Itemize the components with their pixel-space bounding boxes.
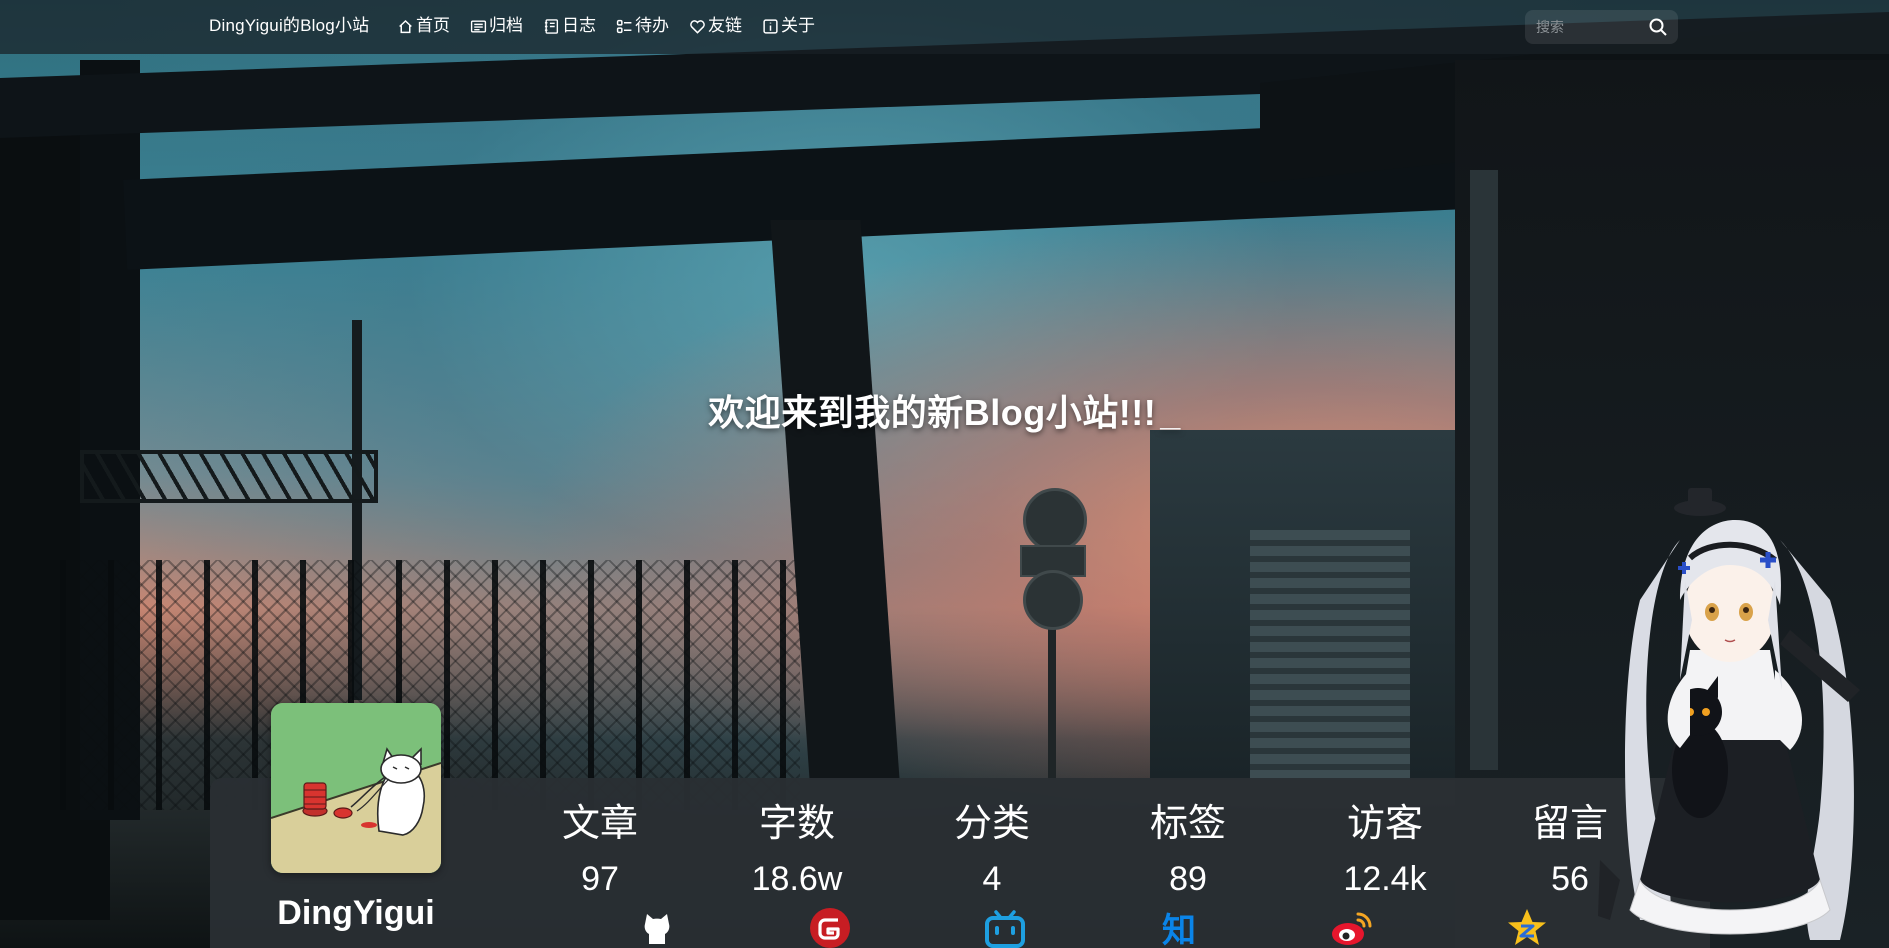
weibo-icon (1332, 912, 1372, 945)
qzone-icon (1508, 909, 1546, 945)
journal-icon (544, 18, 559, 34)
stat-categories[interactable]: 分类 4 (912, 800, 1072, 901)
stat-value: 97 (581, 860, 619, 898)
home-icon (399, 19, 412, 33)
stat-label: 分类 (953, 803, 1030, 845)
nav-archive-label: 归档 (489, 16, 523, 35)
bilibili-link[interactable] (983, 906, 1027, 948)
nav-archive[interactable]: 归档 (470, 12, 523, 40)
stat-visitors[interactable]: 访客 12.4k (1305, 800, 1465, 901)
hero-headline-text: 欢迎来到我的新Blog小站!!! (708, 392, 1157, 433)
nav-about[interactable]: 关于 (762, 12, 815, 40)
stat-label: 标签 (1149, 803, 1226, 845)
site-brand-link[interactable]: DingYigui的Blog小站 (209, 14, 369, 38)
stat-label: 访客 (1346, 803, 1423, 845)
heart-icon (690, 19, 705, 34)
nav-todo-label: 待办 (635, 16, 669, 35)
stat-articles[interactable]: 文章 97 (520, 800, 680, 901)
page: DingYigui的Blog小站 首页 归档 日志 待办 友链 关于 搜索 欢迎… (0, 0, 1889, 948)
svg-text:知: 知 (1162, 911, 1196, 948)
stat-value: 89 (1169, 860, 1207, 898)
bilibili-icon (985, 910, 1025, 948)
nav-todo[interactable]: 待办 (616, 12, 669, 40)
nav-friends[interactable]: 友链 (689, 12, 742, 40)
stat-words[interactable]: 字数 18.6w (717, 800, 877, 901)
stat-value: 4 (982, 860, 1002, 898)
archive-icon (470, 19, 487, 33)
profile-avatar[interactable] (271, 703, 441, 873)
weibo-link[interactable] (1330, 906, 1374, 948)
scene-truss (80, 450, 378, 503)
nav-friends-label: 友链 (708, 16, 742, 35)
scene-sign (1023, 570, 1083, 630)
stat-label: 文章 (561, 803, 638, 845)
stat-value: 12.4k (1343, 860, 1427, 898)
main-nav: 首页 归档 日志 待办 友链 关于 (397, 12, 835, 40)
stat-label: 字数 (758, 803, 835, 845)
top-navbar: DingYigui的Blog小站 首页 归档 日志 待办 友链 关于 搜索 (0, 0, 1889, 54)
scene-building (1250, 530, 1410, 780)
stat-tags[interactable]: 标签 89 (1108, 800, 1268, 901)
gitee-link[interactable] (808, 906, 852, 948)
stat-value: 18.6w (751, 860, 843, 898)
nav-home[interactable]: 首页 (397, 12, 450, 40)
live2d-mascot[interactable] (1580, 480, 1889, 948)
qzone-link[interactable] (1505, 906, 1549, 948)
info-icon (763, 18, 778, 34)
todo-icon (616, 19, 632, 33)
nav-journal-label: 日志 (562, 16, 596, 35)
cat-avatar-icon (271, 703, 441, 873)
zhihu-icon: 知 (1162, 911, 1196, 948)
profile-name: DingYigui (277, 894, 435, 932)
scene-sign (1023, 488, 1087, 552)
nav-home-label: 首页 (416, 16, 450, 35)
hero-headline: 欢迎来到我的新Blog小站!!! _ (0, 388, 1889, 438)
search-box (1525, 10, 1678, 44)
github-link[interactable] (635, 906, 679, 948)
github-icon (644, 914, 670, 944)
typing-cursor: _ (1160, 392, 1181, 433)
zhihu-link[interactable]: 知 (1157, 906, 1201, 948)
search-input[interactable] (1525, 18, 1648, 36)
gitee-icon (810, 908, 850, 948)
scene-structure (1470, 170, 1498, 770)
nav-about-label: 关于 (781, 16, 815, 35)
search-icon[interactable] (1648, 17, 1668, 37)
nav-journal[interactable]: 日志 (543, 12, 596, 40)
